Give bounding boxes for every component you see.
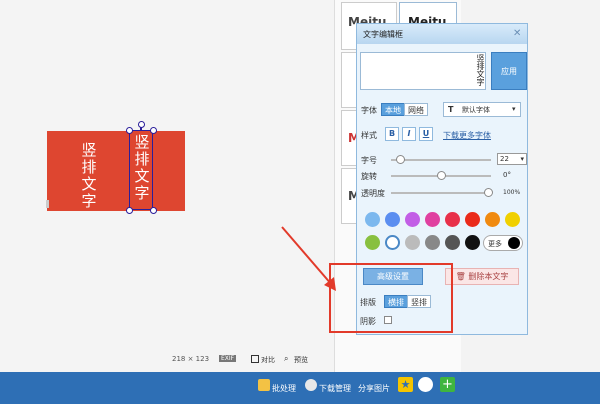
panel-title: 文字编辑框 (363, 30, 403, 39)
star-icon[interactable]: ★ (398, 377, 413, 392)
more-colors-swatch (508, 237, 520, 249)
highlight-box (329, 263, 453, 333)
download-manager-button[interactable]: 下载管理 (319, 383, 351, 394)
chevron-down-icon: ▾ (512, 105, 516, 113)
color-swatch[interactable] (485, 212, 500, 227)
font-label: 字体 (361, 106, 377, 115)
font-local-tab[interactable]: 本地 (381, 103, 405, 116)
size-select[interactable]: 22 ▾ (497, 153, 527, 165)
font-web-tab[interactable]: 网络 (404, 103, 428, 116)
italic-button[interactable]: I (402, 127, 416, 141)
rotate-slider-knob[interactable] (437, 171, 446, 180)
underline-button[interactable]: U (419, 127, 433, 141)
bottom-toolbar: 批处理 下载管理 分享图片 ★ + (0, 372, 600, 404)
opacity-slider-knob[interactable] (484, 188, 493, 197)
vertical-text-selected[interactable]: 竖排文字 (133, 134, 151, 202)
text-input[interactable]: 竖排文字 (360, 52, 486, 90)
font-type-icon: T (448, 105, 454, 114)
color-swatch[interactable] (385, 212, 400, 227)
trash-icon: 🗑 (455, 272, 466, 281)
close-icon[interactable]: ✕ (513, 28, 521, 39)
compare-icon (251, 355, 259, 363)
color-swatch[interactable] (365, 212, 380, 227)
rotate-handle[interactable] (138, 121, 145, 128)
rotate-label: 旋转 (361, 172, 377, 181)
color-swatch[interactable] (405, 235, 420, 250)
preview-icon: ⌕ (284, 354, 289, 363)
font-select-value: 默认字体 (462, 106, 490, 114)
download-icon (305, 379, 317, 391)
size-slider-knob[interactable] (396, 155, 405, 164)
color-swatch[interactable] (445, 235, 460, 250)
red-banner-image (47, 131, 185, 211)
add-icon[interactable]: + (440, 377, 455, 392)
color-swatch[interactable] (465, 235, 480, 250)
size-label: 字号 (361, 156, 377, 165)
image-dimensions: 218 × 123 (172, 355, 210, 363)
apply-button[interactable]: 应用 (491, 52, 527, 90)
canvas-edge-mark (46, 200, 49, 208)
style-label: 样式 (361, 131, 377, 140)
opacity-label: 透明度 (361, 189, 385, 198)
color-swatch[interactable] (365, 235, 380, 250)
size-value: 22 (500, 155, 509, 163)
weibo-icon[interactable] (418, 377, 433, 392)
color-swatch[interactable] (445, 212, 460, 227)
size-slider-track[interactable] (391, 159, 491, 161)
rotate-value: 0° (503, 171, 511, 179)
download-more-fonts-link[interactable]: 下载更多字体 (443, 130, 491, 141)
vertical-text-left: 竖排文字 (81, 141, 97, 210)
bold-button[interactable]: B (385, 127, 399, 141)
batch-button[interactable]: 批处理 (272, 383, 296, 394)
resize-handle-tr[interactable] (150, 127, 157, 134)
opacity-slider-track[interactable] (391, 192, 491, 194)
color-swatch[interactable] (425, 235, 440, 250)
chevron-down-icon: ▾ (520, 155, 524, 163)
delete-text-button[interactable]: 🗑 删除本文字 (445, 268, 519, 285)
delete-text-label: 删除本文字 (468, 272, 509, 281)
preview-button[interactable]: 预览 (294, 355, 308, 365)
color-swatch[interactable] (465, 212, 480, 227)
more-colors-label: 更多 (488, 240, 502, 248)
compare-button[interactable]: 对比 (261, 355, 275, 365)
color-swatch[interactable] (505, 212, 520, 227)
color-swatch[interactable] (425, 212, 440, 227)
resize-handle-bl[interactable] (126, 207, 133, 214)
annotation-arrow (281, 226, 336, 291)
color-swatch[interactable] (405, 212, 420, 227)
batch-icon (258, 379, 270, 391)
share-image-button[interactable]: 分享图片 (358, 383, 390, 394)
font-select[interactable]: T 默认字体 ▾ (443, 102, 521, 117)
exif-badge[interactable]: EXIF (219, 355, 237, 362)
color-swatch[interactable] (385, 235, 400, 250)
more-colors-button[interactable]: 更多 (483, 235, 523, 251)
resize-handle-tl[interactable] (126, 127, 133, 134)
resize-handle-br[interactable] (150, 207, 157, 214)
opacity-value: 100% (503, 189, 521, 196)
